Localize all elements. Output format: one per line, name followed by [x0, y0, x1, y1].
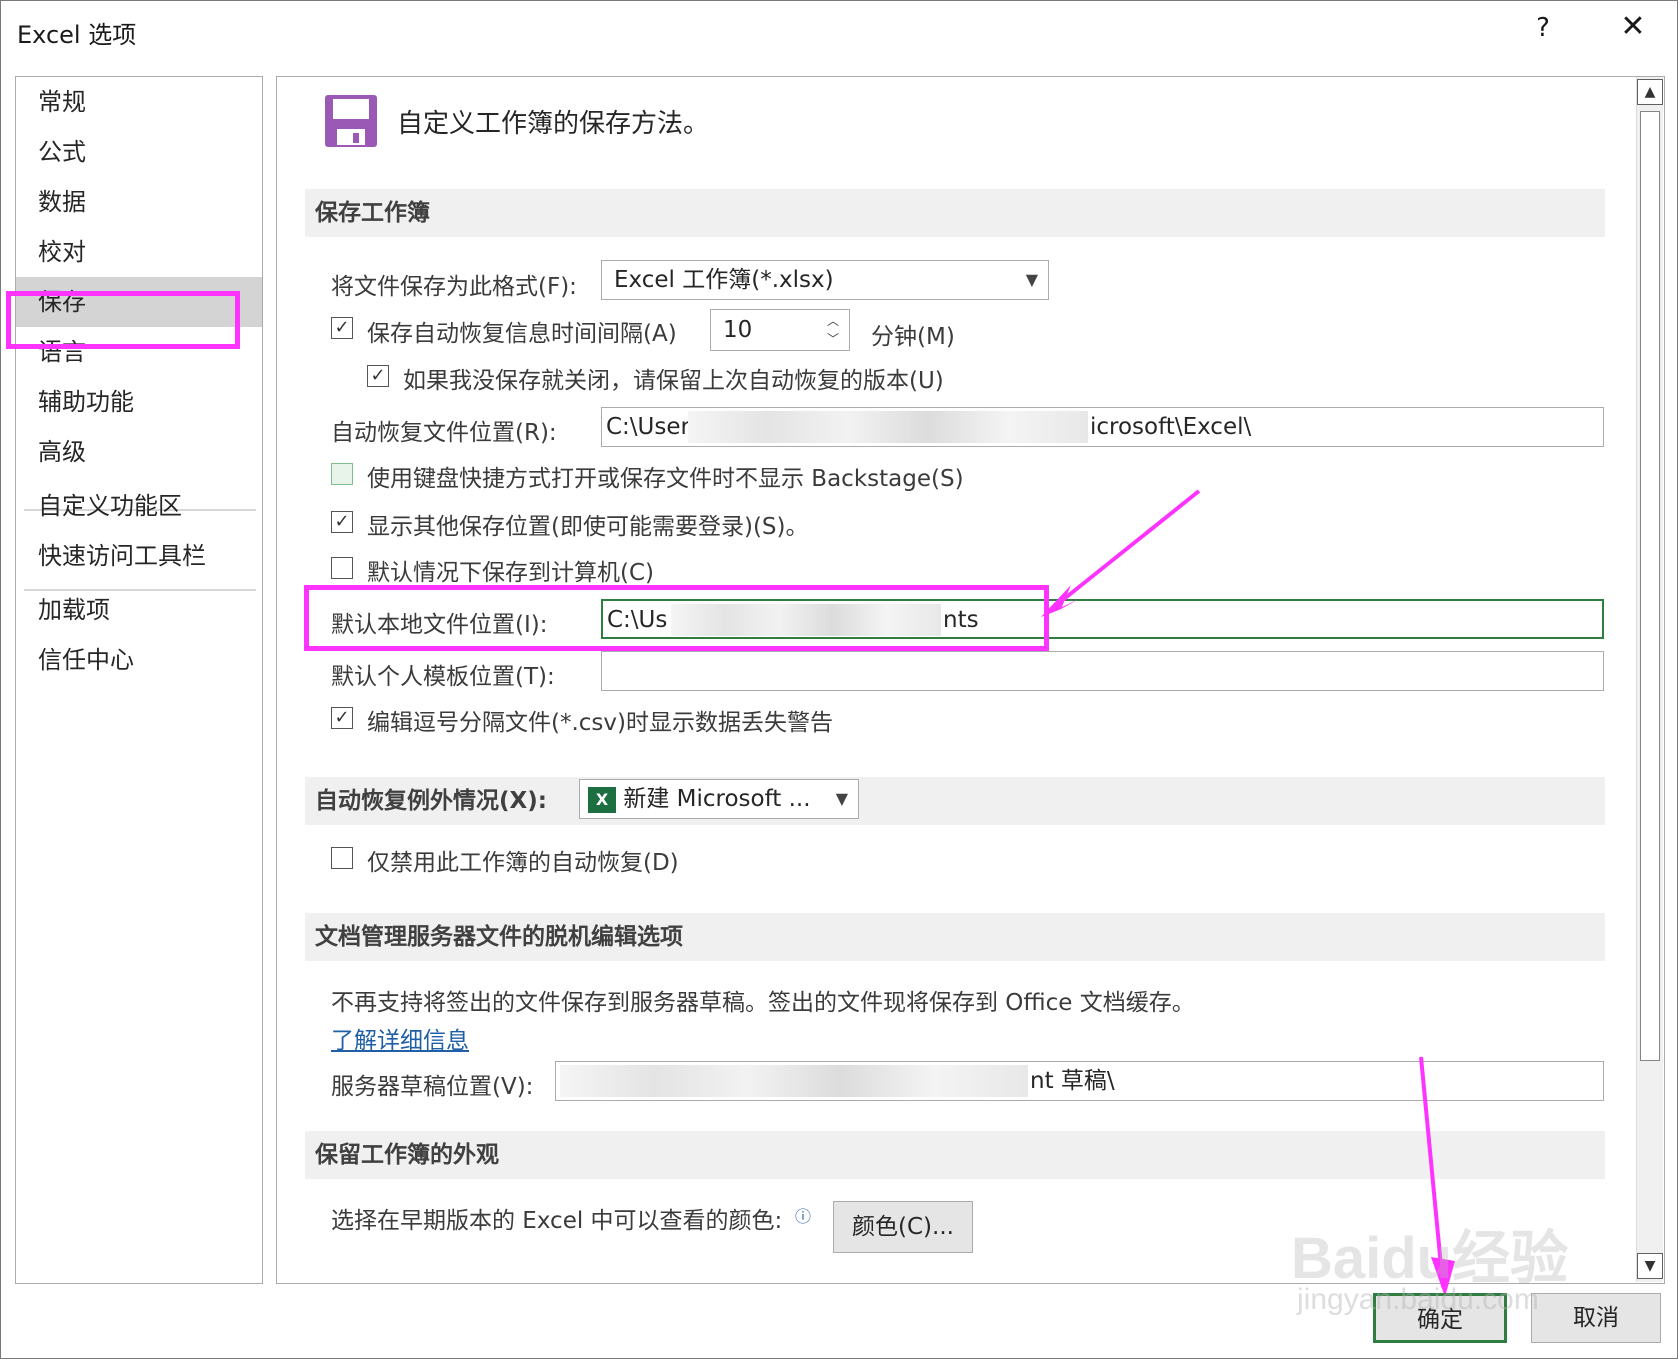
default-local-location-label: 默认本地文件位置(I):	[331, 612, 548, 638]
nav-item-language[interactable]: 语言	[16, 327, 262, 377]
disable-autorecover-label: 仅禁用此工作簿的自动恢复(D)	[367, 850, 679, 876]
section-save-workbooks: 保存工作簿	[305, 189, 1605, 237]
category-nav: 常规 公式 数据 校对 保存 语言 辅助功能 高级 自定义功能区 快速访问工具栏…	[15, 76, 263, 1284]
nav-item-advanced[interactable]: 高级	[16, 427, 262, 477]
autorecover-minutes-stepper[interactable]: 10 ︿ ﹀	[710, 309, 850, 351]
excel-options-dialog: Excel 选项 ? ✕ 常规 公式 数据 校对 保存 语言 辅助功能 高级 自…	[0, 0, 1678, 1359]
autorecover-location-end: icrosoft\Excel\	[1090, 414, 1252, 440]
title-bar: Excel 选项 ? ✕	[1, 1, 1677, 65]
show-other-locations-label: 显示其他保存位置(即使可能需要登录)(S)。	[367, 514, 809, 540]
annotation-arrow-icon	[1041, 489, 1201, 617]
show-other-locations-checkbox[interactable]: ✓	[331, 511, 353, 533]
no-backstage-checkbox[interactable]	[331, 463, 353, 485]
csv-warning-label: 编辑逗号分隔文件(*.csv)时显示数据丢失警告	[367, 710, 833, 736]
keep-last-autosaved-checkbox[interactable]: ✓	[367, 365, 389, 387]
nav-item-customize-ribbon[interactable]: 自定义功能区	[16, 481, 262, 531]
scroll-down-icon[interactable]: ▼	[1637, 1253, 1663, 1279]
watermark-url: jingyan.baidu.com	[1297, 1283, 1539, 1316]
keep-last-autosaved-label: 如果我没保存就关闭，请保留上次自动恢复的版本(U)	[403, 368, 944, 394]
info-icon: ⓘ	[795, 1207, 812, 1226]
autorecover-workbook-value: 新建 Microsoft ...	[623, 786, 811, 812]
autorecover-location-start: C:\User	[606, 414, 690, 440]
redacted-path-blur	[671, 604, 941, 636]
autorecover-location-label: 自动恢复文件位置(R):	[331, 420, 557, 446]
personal-template-input[interactable]	[601, 651, 1604, 691]
disable-autorecover-checkbox[interactable]	[331, 847, 353, 869]
cancel-button[interactable]: 取消	[1531, 1293, 1661, 1343]
server-drafts-label: 服务器草稿位置(V):	[331, 1074, 534, 1100]
save-format-dropdown[interactable]: Excel 工作簿(*.xlsx) ▼	[601, 260, 1049, 300]
save-disk-icon	[325, 95, 377, 147]
nav-item-general[interactable]: 常规	[16, 77, 262, 127]
autorecover-interval-label: 保存自动恢复信息时间间隔(A)	[367, 321, 677, 347]
chevron-down-icon: ▼	[1025, 270, 1038, 289]
nav-item-trust-center[interactable]: 信任中心	[16, 635, 262, 685]
nav-item-accessibility[interactable]: 辅助功能	[16, 377, 262, 427]
save-format-value: Excel 工作簿(*.xlsx)	[614, 267, 834, 293]
scroll-up-icon[interactable]: ▲	[1637, 79, 1663, 105]
default-local-location-end: nts	[943, 607, 979, 633]
nav-item-data[interactable]: 数据	[16, 177, 262, 227]
learn-more-link[interactable]: 了解详细信息	[331, 1021, 469, 1055]
csv-warning-checkbox[interactable]: ✓	[331, 707, 353, 729]
default-local-location-start: C:\Us	[607, 607, 668, 633]
nav-item-formulas[interactable]: 公式	[16, 127, 262, 177]
autorecover-location-input[interactable]: C:\User icrosoft\Excel\	[601, 407, 1604, 447]
section-autorecover-exceptions: 自动恢复例外情况(X):	[305, 777, 1605, 825]
nav-item-quick-access-toolbar[interactable]: 快速访问工具栏	[16, 531, 262, 581]
redacted-path-blur	[688, 411, 1088, 443]
save-to-computer-checkbox[interactable]	[331, 557, 353, 579]
save-format-label: 将文件保存为此格式(F):	[331, 274, 577, 300]
panel-header-text: 自定义工作簿的保存方法。	[397, 109, 710, 139]
no-backstage-label: 使用键盘快捷方式打开或保存文件时不显示 Backstage(S)	[367, 466, 964, 492]
colors-button[interactable]: 颜色(C)...	[833, 1201, 973, 1253]
scroll-thumb[interactable]	[1640, 111, 1660, 1061]
autorecover-minutes-value: 10	[723, 317, 753, 343]
redacted-path-blur	[560, 1065, 1028, 1097]
autorecover-workbook-dropdown[interactable]: X 新建 Microsoft ... ▼	[579, 779, 859, 819]
nav-item-save[interactable]: 保存	[16, 277, 262, 327]
panel-scrollbar[interactable]: ▲ ▼	[1636, 77, 1663, 1282]
chevron-down-icon: ▼	[835, 789, 848, 808]
close-button[interactable]: ✕	[1613, 9, 1653, 49]
excel-file-icon: X	[588, 786, 616, 813]
section-offline-editing: 文档管理服务器文件的脱机编辑选项	[305, 913, 1605, 961]
offline-notice-text: 不再支持将签出的文件保存到服务器草稿。签出的文件现将保存到 Office 文档缓…	[331, 990, 1195, 1016]
colors-label: 选择在早期版本的 Excel 中可以查看的颜色:	[331, 1208, 783, 1234]
help-button[interactable]: ?	[1523, 13, 1563, 49]
save-to-computer-label: 默认情况下保存到计算机(C)	[367, 560, 655, 586]
minutes-label: 分钟(M)	[871, 324, 955, 350]
stepper-arrows-icon[interactable]: ︿ ﹀	[827, 312, 839, 348]
autorecover-interval-checkbox[interactable]: ✓	[331, 317, 353, 339]
server-drafts-end: nt 草稿\	[1030, 1068, 1115, 1094]
personal-template-label: 默认个人模板位置(T):	[331, 664, 555, 690]
nav-item-proofing[interactable]: 校对	[16, 227, 262, 277]
nav-item-add-ins[interactable]: 加载项	[16, 585, 262, 635]
window-title: Excel 选项	[17, 21, 137, 49]
